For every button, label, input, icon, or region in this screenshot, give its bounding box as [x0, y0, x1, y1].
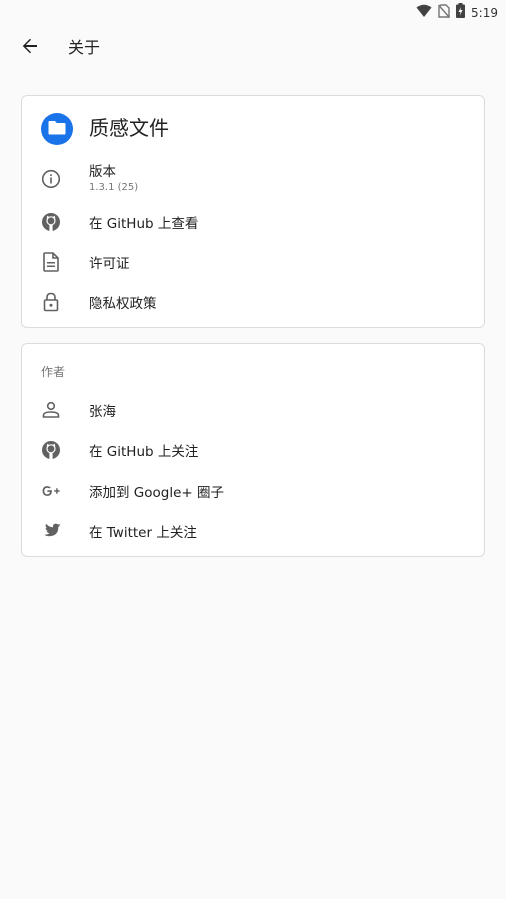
google-plus-icon: [41, 481, 61, 501]
wifi-icon: [416, 3, 432, 22]
add-to-google-plus-item[interactable]: 添加到 Google+ 圈子: [22, 471, 484, 511]
app-name: 质感文件: [89, 116, 169, 140]
status-icons: 5:19: [416, 3, 498, 22]
about-card: 质感文件 版本 1.3.1 (25) 在 GitHub 上查看 许可证 隐私权政…: [21, 95, 485, 328]
battery-charging-icon: [456, 3, 466, 22]
github-icon: [41, 212, 61, 232]
follow-on-twitter-label: 在 Twitter 上关注: [89, 525, 197, 541]
author-card: 作者 张海 在 GitHub 上关注 添加到 Google+ 圈子 在 Twit…: [21, 343, 485, 557]
no-sim-icon: [438, 3, 451, 22]
app-logo: [41, 113, 73, 145]
folder-icon: [48, 120, 66, 139]
status-bar: 5:19: [0, 0, 506, 24]
info-icon: [41, 169, 61, 189]
view-on-github-label: 在 GitHub 上查看: [89, 216, 199, 232]
license-item[interactable]: 许可证: [22, 242, 484, 282]
version-label: 版本: [89, 164, 116, 180]
status-time: 5:19: [471, 5, 498, 20]
author-name-label: 张海: [89, 404, 116, 420]
twitter-icon: [41, 521, 61, 541]
app-bar: 关于: [0, 24, 506, 72]
follow-on-github-label: 在 GitHub 上关注: [89, 444, 199, 460]
view-on-github-item[interactable]: 在 GitHub 上查看: [22, 202, 484, 242]
person-icon: [41, 400, 61, 420]
version-row[interactable]: 版本 1.3.1 (25): [22, 159, 484, 199]
page-title: 关于: [68, 38, 101, 57]
license-label: 许可证: [89, 256, 130, 272]
author-section-title: 作者: [41, 365, 66, 379]
lock-icon: [41, 292, 61, 312]
version-value: 1.3.1 (25): [89, 182, 139, 193]
add-to-google-plus-label: 添加到 Google+ 圈子: [89, 485, 224, 501]
follow-on-github-item[interactable]: 在 GitHub 上关注: [22, 430, 484, 470]
document-icon: [41, 252, 61, 272]
author-name-item[interactable]: 张海: [22, 390, 484, 430]
back-button[interactable]: [16, 36, 44, 60]
privacy-policy-item[interactable]: 隐私权政策: [22, 282, 484, 322]
github-icon: [41, 440, 61, 460]
arrow-back-icon: [22, 38, 38, 58]
privacy-policy-label: 隐私权政策: [89, 296, 157, 312]
follow-on-twitter-item[interactable]: 在 Twitter 上关注: [22, 511, 484, 551]
app-header: 质感文件: [22, 110, 484, 146]
